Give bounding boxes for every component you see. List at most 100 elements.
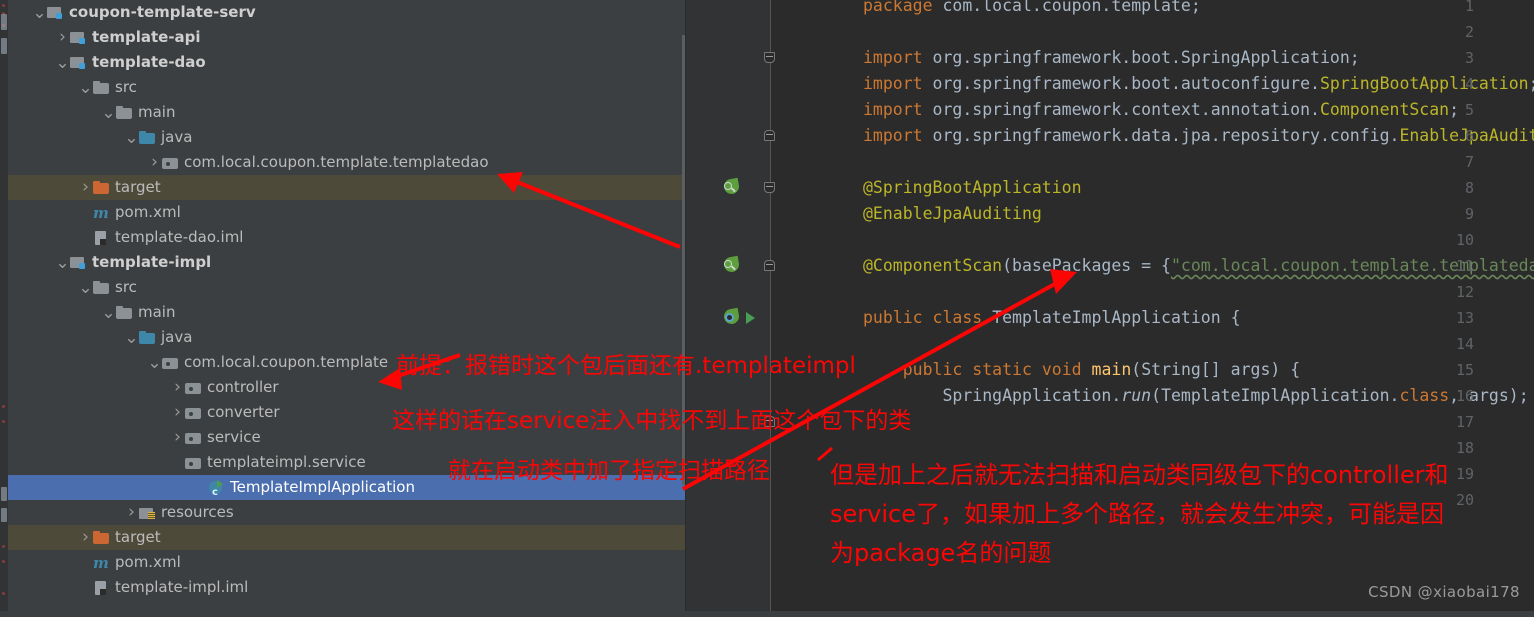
magnifier-icon [724, 260, 732, 268]
tree-row[interactable]: › template-api [8, 25, 685, 50]
code-line[interactable]: public class TemplateImplApplication { [863, 305, 1241, 331]
code-line[interactable]: import org.springframework.data.jpa.repo… [863, 123, 1534, 149]
config-icon [725, 313, 734, 322]
line-number: 4 [1464, 75, 1474, 93]
tree-row[interactable]: › target [8, 175, 685, 200]
chevron-down-icon[interactable]: ⌄ [55, 254, 70, 271]
tool-window-strip[interactable] [0, 0, 8, 617]
tree-row[interactable]: ⌄ template-dao [8, 50, 685, 75]
tree-row[interactable]: ⌄ template-impl [8, 250, 685, 275]
tool-window-tab[interactable] [1, 38, 7, 54]
tree-row-label: java [161, 128, 193, 146]
run-badge-icon [217, 479, 223, 488]
chevron-right-icon[interactable]: › [170, 375, 185, 400]
fold-region-start-icon[interactable] [764, 182, 775, 193]
chevron-right-icon[interactable]: › [170, 400, 185, 425]
chevron-right-icon[interactable]: › [170, 425, 185, 450]
tool-window-tab[interactable] [1, 14, 7, 30]
tree-row[interactable]: ⌄ com.local.coupon.template [8, 350, 685, 375]
chevron-right-icon[interactable]: › [55, 25, 70, 50]
chevron-right-icon[interactable]: › [78, 175, 93, 200]
fold-region-end-icon[interactable] [764, 130, 775, 141]
code-line[interactable]: import org.springframework.context.annot… [863, 97, 1459, 123]
java-class-runnable-icon [208, 479, 225, 505]
line-number: 13 [1455, 309, 1474, 327]
code-editor[interactable]: package com.local.coupon.template; import… [686, 0, 1534, 617]
tree-row[interactable]: ⌄ coupon-template-serv [8, 0, 685, 25]
code-line[interactable]: @EnableJpaAuditing [863, 201, 1042, 227]
chevron-down-icon[interactable]: ⌄ [147, 354, 162, 371]
code-line[interactable]: package com.local.coupon.template; [863, 0, 1201, 19]
code-line[interactable]: public static void main(String[] args) { [863, 357, 1300, 383]
line-number: 10 [1455, 231, 1474, 249]
code-line[interactable]: @SpringBootApplication [863, 175, 1082, 201]
tree-row[interactable]: m pom.xml [8, 550, 685, 575]
fold-region-end-icon[interactable] [764, 260, 775, 271]
tree-row[interactable]: m pom.xml [8, 200, 685, 225]
tree-row[interactable]: ⌄ java [8, 325, 685, 350]
tree-row[interactable]: › controller [8, 375, 685, 400]
tree-row[interactable]: TemplateImplApplication [8, 475, 685, 505]
code-line[interactable]: import org.springframework.boot.autoconf… [863, 71, 1534, 97]
tree-row[interactable]: ⌄ main [8, 100, 685, 125]
project-tree[interactable]: ⌄ coupon-template-serv › template-api ⌄ templ… [8, 0, 685, 617]
tree-row[interactable]: › com.local.coupon.template.templatedao [8, 150, 685, 175]
fold-region-start-icon[interactable] [764, 52, 775, 63]
spring-bean-icon[interactable] [722, 255, 742, 275]
tree-row[interactable]: ⌄ java [8, 125, 685, 150]
chevron-down-icon[interactable]: ⌄ [78, 279, 93, 296]
tool-window-tab[interactable] [1, 487, 7, 501]
code-line[interactable]: SpringApplication.run(TemplateImplApplic… [863, 383, 1528, 409]
spring-config-icon[interactable] [722, 307, 742, 327]
chevron-down-icon[interactable]: ⌄ [101, 104, 116, 121]
fold-box [764, 130, 775, 141]
chevron-down-icon[interactable]: ⌄ [32, 4, 47, 21]
tree-row-label: template-impl.iml [115, 578, 249, 596]
spring-bean-icon[interactable] [722, 177, 742, 197]
tree-row[interactable]: › service [8, 425, 685, 450]
chevron-down-icon[interactable]: ⌄ [124, 329, 139, 346]
tree-row[interactable]: › resources [8, 500, 685, 525]
tree-row[interactable]: template-impl.iml [8, 575, 685, 600]
chevron-down-icon[interactable]: ⌄ [55, 54, 70, 71]
tree-row-label: src [115, 278, 137, 296]
tree-row[interactable]: ⌄ main [8, 300, 685, 325]
tree-scrollbar[interactable] [681, 0, 685, 617]
chevron-down-icon[interactable]: ⌄ [101, 304, 116, 321]
run-gutter-icon[interactable] [746, 312, 755, 324]
fold-region-end-icon[interactable] [764, 416, 775, 427]
line-number: 7 [1464, 153, 1474, 171]
tree-row[interactable]: ⌄ src [8, 75, 685, 100]
fold-box [764, 182, 775, 193]
tree-row-label: com.local.coupon.template.templatedao [184, 153, 489, 171]
fold-minus-icon [766, 264, 773, 265]
tool-window-tab[interactable] [1, 508, 7, 522]
marker-dot [2, 420, 5, 423]
package-icon [162, 356, 179, 370]
tree-row[interactable]: ⌄ src [8, 275, 685, 300]
chevron-right-icon[interactable]: › [78, 525, 93, 550]
tree-row[interactable]: template-dao.iml [8, 225, 685, 250]
tree-row[interactable]: › converter [8, 400, 685, 425]
code-line[interactable]: @ComponentScan(basePackages = {"com.loca… [863, 253, 1534, 279]
tree-row-label: java [161, 328, 193, 346]
code-line[interactable]: import org.springframework.boot.SpringAp… [863, 45, 1360, 71]
chevron-right-icon[interactable]: › [147, 150, 162, 175]
module-folder-icon [70, 56, 87, 70]
tree-scrollbar-thumb[interactable] [682, 35, 685, 485]
maven-icon: m [93, 553, 109, 572]
fold-box [764, 52, 775, 63]
tree-row-label: template-impl [92, 253, 212, 271]
chevron-down-icon[interactable]: ⌄ [124, 129, 139, 146]
tree-row[interactable]: › target [8, 525, 685, 550]
tree-row[interactable]: templateimpl.service [8, 450, 685, 475]
editor-code-area[interactable]: package com.local.coupon.template; import… [771, 0, 1534, 617]
chevron-right-icon[interactable]: › [124, 500, 139, 525]
chevron-down-icon[interactable]: ⌄ [78, 79, 93, 96]
folder-icon [116, 305, 133, 320]
line-number: 2 [1464, 23, 1474, 41]
line-number: 17 [1455, 413, 1474, 431]
line-number: 12 [1455, 283, 1474, 301]
resources-folder-icon [139, 506, 156, 520]
tree-row-label: template-dao [92, 53, 206, 71]
